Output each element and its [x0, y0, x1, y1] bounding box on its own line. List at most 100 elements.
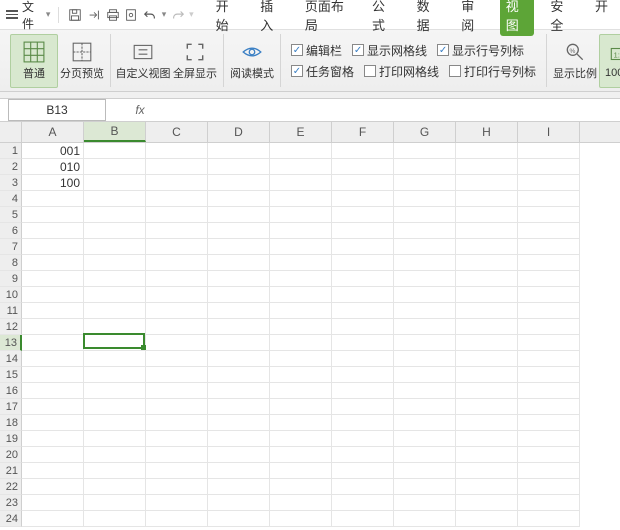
cell-F5[interactable] [332, 207, 394, 223]
normal-view-button[interactable]: 普通 [10, 34, 58, 88]
cell-E5[interactable] [270, 207, 332, 223]
cell-D24[interactable] [208, 511, 270, 527]
cell-I18[interactable] [518, 415, 580, 431]
tab-安全[interactable]: 安全 [544, 0, 579, 36]
cell-A9[interactable] [22, 271, 84, 287]
cell-A3[interactable]: 100 [22, 175, 84, 191]
cell-H23[interactable] [456, 495, 518, 511]
row-header-6[interactable]: 6 [0, 223, 22, 239]
col-header-C[interactable]: C [146, 122, 208, 142]
cell-A5[interactable] [22, 207, 84, 223]
cell-H13[interactable] [456, 335, 518, 351]
cell-B7[interactable] [84, 239, 146, 255]
cell-E21[interactable] [270, 463, 332, 479]
cell-F11[interactable] [332, 303, 394, 319]
row-header-23[interactable]: 23 [0, 495, 22, 511]
undo-dropdown-icon[interactable]: ▾ [162, 9, 167, 20]
cell-C9[interactable] [146, 271, 208, 287]
cell-G11[interactable] [394, 303, 456, 319]
cell-A14[interactable] [22, 351, 84, 367]
cell-F1[interactable] [332, 143, 394, 159]
cell-C5[interactable] [146, 207, 208, 223]
cell-A13[interactable] [22, 335, 84, 351]
cell-F19[interactable] [332, 431, 394, 447]
row-header-21[interactable]: 21 [0, 463, 22, 479]
cell-E14[interactable] [270, 351, 332, 367]
save-icon[interactable] [67, 7, 82, 23]
cell-E6[interactable] [270, 223, 332, 239]
cell-H1[interactable] [456, 143, 518, 159]
cell-B16[interactable] [84, 383, 146, 399]
row-header-9[interactable]: 9 [0, 271, 22, 287]
row-header-19[interactable]: 19 [0, 431, 22, 447]
undo-icon[interactable] [143, 7, 158, 23]
cell-I17[interactable] [518, 399, 580, 415]
cell-C7[interactable] [146, 239, 208, 255]
cell-D23[interactable] [208, 495, 270, 511]
cell-D2[interactable] [208, 159, 270, 175]
cell-A23[interactable] [22, 495, 84, 511]
cell-H11[interactable] [456, 303, 518, 319]
worksheet[interactable]: ABCDEFGHI1001201031004567891011121314151… [0, 122, 620, 527]
cell-E15[interactable] [270, 367, 332, 383]
cell-C19[interactable] [146, 431, 208, 447]
cell-D7[interactable] [208, 239, 270, 255]
cell-G24[interactable] [394, 511, 456, 527]
cell-I15[interactable] [518, 367, 580, 383]
cell-D8[interactable] [208, 255, 270, 271]
formula-bar[interactable] [150, 99, 620, 121]
cell-I16[interactable] [518, 383, 580, 399]
cell-C18[interactable] [146, 415, 208, 431]
cell-F14[interactable] [332, 351, 394, 367]
tab-开始[interactable]: 开始 [210, 0, 245, 36]
cell-I24[interactable] [518, 511, 580, 527]
tab-审阅[interactable]: 审阅 [455, 0, 490, 36]
col-header-E[interactable]: E [270, 122, 332, 142]
cell-B21[interactable] [84, 463, 146, 479]
cell-I7[interactable] [518, 239, 580, 255]
cell-A24[interactable] [22, 511, 84, 527]
chk-print-gridlines[interactable]: 打印网格线 [364, 63, 439, 80]
cell-D9[interactable] [208, 271, 270, 287]
cell-G18[interactable] [394, 415, 456, 431]
cell-I13[interactable] [518, 335, 580, 351]
row-header-24[interactable]: 24 [0, 511, 22, 527]
cell-C3[interactable] [146, 175, 208, 191]
select-all-corner[interactable] [0, 122, 22, 142]
cell-F18[interactable] [332, 415, 394, 431]
cell-F6[interactable] [332, 223, 394, 239]
row-header-22[interactable]: 22 [0, 479, 22, 495]
tab-数据[interactable]: 数据 [411, 0, 446, 36]
cell-D3[interactable] [208, 175, 270, 191]
cell-G19[interactable] [394, 431, 456, 447]
cell-C15[interactable] [146, 367, 208, 383]
cell-E9[interactable] [270, 271, 332, 287]
cell-I1[interactable] [518, 143, 580, 159]
cell-G4[interactable] [394, 191, 456, 207]
page-preview-button[interactable]: 分页预览 [58, 34, 106, 88]
print-icon[interactable] [105, 7, 120, 23]
output-icon[interactable] [86, 7, 101, 23]
row-header-17[interactable]: 17 [0, 399, 22, 415]
cell-C8[interactable] [146, 255, 208, 271]
cell-H16[interactable] [456, 383, 518, 399]
cell-I5[interactable] [518, 207, 580, 223]
row-header-13[interactable]: 13 [0, 335, 22, 351]
cell-A20[interactable] [22, 447, 84, 463]
cell-A19[interactable] [22, 431, 84, 447]
cell-E11[interactable] [270, 303, 332, 319]
cell-B22[interactable] [84, 479, 146, 495]
tab-公式[interactable]: 公式 [366, 0, 401, 36]
chk-print-headings[interactable]: 打印行号列标 [449, 63, 536, 80]
cell-D19[interactable] [208, 431, 270, 447]
cell-E18[interactable] [270, 415, 332, 431]
cell-I11[interactable] [518, 303, 580, 319]
cell-D10[interactable] [208, 287, 270, 303]
custom-view-button[interactable]: 自定义视图 [115, 34, 171, 88]
cell-B12[interactable] [84, 319, 146, 335]
cell-G2[interactable] [394, 159, 456, 175]
cell-F22[interactable] [332, 479, 394, 495]
cell-C16[interactable] [146, 383, 208, 399]
cell-G12[interactable] [394, 319, 456, 335]
chk-task-pane[interactable]: ✓任务窗格 [291, 63, 354, 80]
